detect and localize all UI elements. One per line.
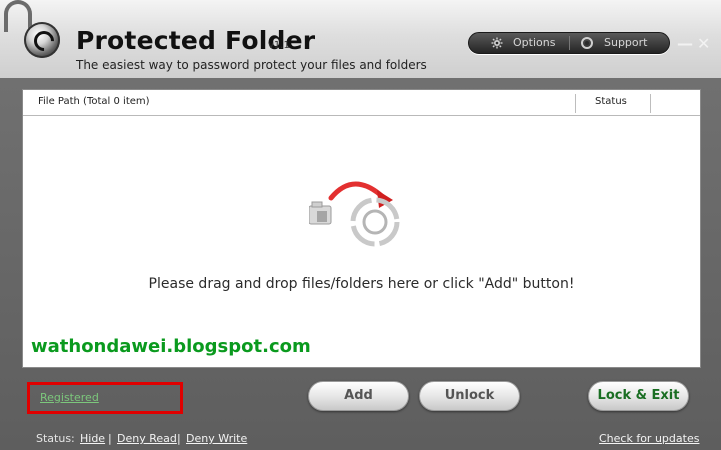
status-deny-read-link[interactable]: Deny Read <box>117 432 177 445</box>
status-hide-link[interactable]: Hide <box>80 432 105 445</box>
check-updates-link[interactable]: Check for updates <box>599 432 699 445</box>
column-divider <box>650 94 651 113</box>
column-divider <box>575 94 576 113</box>
close-button[interactable]: ✕ <box>697 34 710 53</box>
file-list-header: File Path (Total 0 item) Status <box>23 90 700 116</box>
support-lifebuoy-icon <box>581 37 593 49</box>
title-bar: Protected Folder v1.1 The easiest way to… <box>0 0 721 78</box>
support-button[interactable]: Support <box>604 33 647 53</box>
pill-divider <box>569 36 570 50</box>
status-label: Status: <box>36 432 75 445</box>
app-subtitle: The easiest way to password protect your… <box>76 58 427 72</box>
drag-drop-illustration-icon <box>309 181 400 247</box>
unlock-button[interactable]: Unlock <box>419 381 520 411</box>
top-controls: Options Support <box>468 32 670 54</box>
add-button[interactable]: Add <box>308 381 409 411</box>
file-drop-area[interactable]: File Path (Total 0 item) Status Please d… <box>22 89 701 368</box>
app-version: v1.1 <box>268 40 290 51</box>
status-deny-write-link[interactable]: Deny Write <box>186 432 247 445</box>
options-button[interactable]: Options <box>513 33 555 53</box>
status-bar: Status: Hide | Deny Read | Deny Write Ch… <box>0 432 721 450</box>
drop-instructions: Please drag and drop files/folders here … <box>148 276 575 292</box>
app-logo-icon <box>24 22 60 58</box>
status-separator: | <box>177 432 181 445</box>
watermark-text: wathondawei.blogspot.com <box>31 336 311 357</box>
registered-highlight: Registered <box>27 382 183 414</box>
gear-icon <box>491 37 503 49</box>
registered-link[interactable]: Registered <box>40 391 99 404</box>
status-separator: | <box>108 432 112 445</box>
minimize-button[interactable]: — <box>677 34 693 53</box>
column-file-path[interactable]: File Path (Total 0 item) <box>38 96 150 107</box>
column-status[interactable]: Status <box>595 96 627 107</box>
lock-exit-button[interactable]: Lock & Exit <box>588 381 689 411</box>
